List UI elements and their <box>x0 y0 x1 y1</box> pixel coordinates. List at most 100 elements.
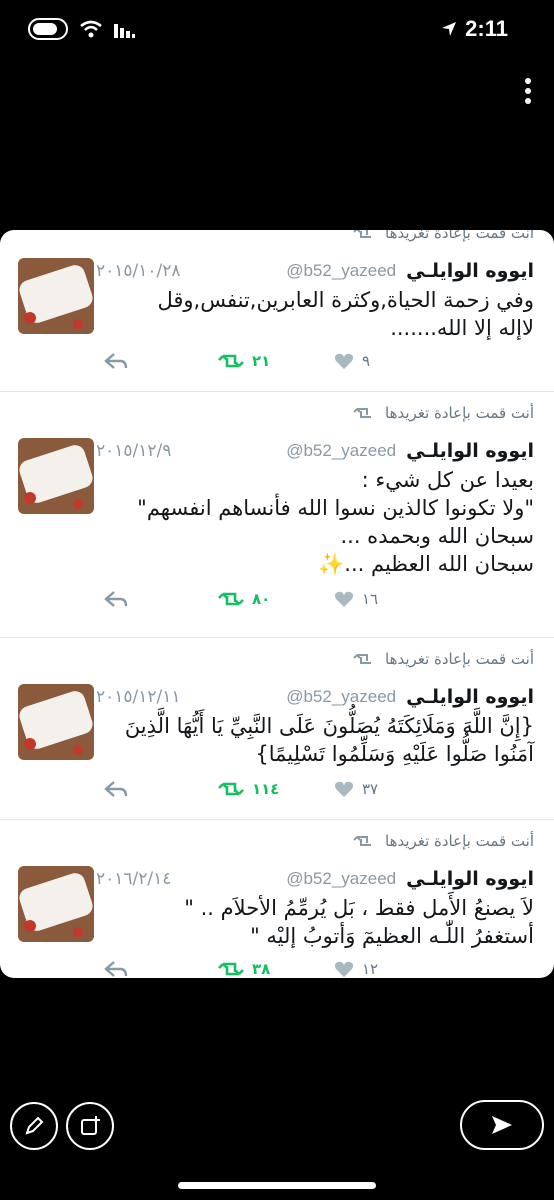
tweet-line: وفي زحمة الحياة,وكثرة العابرين,تنفس,وقل <box>157 288 534 312</box>
retweet-label: أنت قمت بإعادة تغريدها <box>385 404 534 422</box>
tweet-line: لاإله إلا الله....... <box>390 316 534 340</box>
handle: @b52_yazeed <box>286 687 397 706</box>
retweet-button[interactable]: ٢١ <box>218 352 270 370</box>
like-count: ١٢ <box>362 960 379 978</box>
retweet-icon <box>218 782 244 796</box>
tweet-line: لاَ يصنعُ الأَمل فقط ، بَل يُرمِّمُ الأح… <box>184 896 534 920</box>
retweet-indicator: أنت قمت بإعادة تغريدها <box>353 230 534 242</box>
author[interactable]: @b52_yazeed ايووه الوايلـي <box>286 868 534 890</box>
retweet-icon <box>218 962 244 976</box>
add-sticker-button[interactable] <box>66 1102 114 1150</box>
reply-icon <box>104 781 128 797</box>
like-count: ٣٧ <box>362 780 379 798</box>
tweet-line: "ولا تكونوا كالذين نسوا الله فأنساهم انف… <box>137 496 534 520</box>
tweet-card[interactable]: أنت قمت بإعادة تغريدها @b52_yazeed ايووه… <box>0 230 554 392</box>
like-button[interactable]: ١٢ <box>334 960 378 978</box>
like-button[interactable]: ١٦ <box>334 590 378 608</box>
tweet-card[interactable]: أنت قمت بإعادة تغريدها @b52_yazeed ايووه… <box>0 392 554 638</box>
pencil-icon <box>25 1116 44 1135</box>
send-button[interactable] <box>460 1100 544 1150</box>
tweet-date: ٢٠١٥/١٠/٢٨ <box>96 261 181 281</box>
avatar[interactable] <box>18 258 94 334</box>
display-name: ايووه الوايلـي <box>406 868 534 890</box>
heart-icon <box>334 353 354 369</box>
retweet-button[interactable]: ٣٨ <box>218 960 270 978</box>
handle: @b52_yazeed <box>286 261 397 280</box>
tweet-actions: ٨٠ ١٦ <box>0 590 440 620</box>
tweet-header: @b52_yazeed ايووه الوايلـي ٢٠١٥/١٠/٢٨ <box>96 258 534 284</box>
tweet-text: بعيدا عن كل شيء : "ولا تكونوا كالذين نسو… <box>96 466 534 578</box>
heart-icon <box>334 961 354 977</box>
tweet-line: {إِنَّ اللَّهَ وَمَلَائِكَتَهُ يُصَلُّون… <box>124 714 534 738</box>
status-time: 2:11 <box>465 16 508 41</box>
add-sticker-icon <box>81 1116 100 1135</box>
reply-button[interactable] <box>104 780 128 798</box>
heart-icon <box>334 591 354 607</box>
avatar[interactable] <box>18 866 94 942</box>
toggle-icon <box>28 18 68 40</box>
home-indicator[interactable] <box>178 1182 376 1189</box>
retweet-count: ٨٠ <box>252 590 271 608</box>
tweet-line: سبحان الله وبحمده ... <box>340 524 534 548</box>
tweet-line: بعيدا عن كل شيء : <box>361 468 534 492</box>
display-name: ايووه الوايلـي <box>406 440 534 462</box>
signal-icon <box>114 24 135 38</box>
tweet-date: ٢٠١٥/١٢/٩ <box>96 441 172 461</box>
handle: @b52_yazeed <box>286 441 397 460</box>
retweet-icon <box>353 836 372 846</box>
tweet-line: سبحان الله العظيم ...✨ <box>318 552 534 576</box>
author[interactable]: @b52_yazeed ايووه الوايلـي <box>286 686 534 708</box>
retweet-icon <box>218 592 244 606</box>
avatar[interactable] <box>18 684 94 760</box>
tweet-date: ٢٠١٦/٢/١٤ <box>96 869 172 889</box>
tweet-actions: ١١٤ ٣٧ <box>0 780 440 810</box>
more-options-icon[interactable] <box>524 78 532 108</box>
reply-button[interactable] <box>104 352 128 370</box>
reply-icon <box>104 353 128 369</box>
retweet-indicator: أنت قمت بإعادة تغريدها <box>353 832 534 850</box>
retweet-icon <box>353 408 372 418</box>
author[interactable]: @b52_yazeed ايووه الوايلـي <box>286 440 534 462</box>
avatar[interactable] <box>18 438 94 514</box>
retweet-label: أنت قمت بإعادة تغريدها <box>385 230 534 242</box>
draw-button[interactable] <box>10 1102 58 1150</box>
screenshot-preview: أنت قمت بإعادة تغريدها @b52_yazeed ايووه… <box>0 230 554 978</box>
retweet-icon <box>353 654 372 664</box>
retweet-button[interactable]: ٨٠ <box>218 590 270 608</box>
tweet-text: لاَ يصنعُ الأَمل فقط ، بَل يُرمِّمُ الأح… <box>96 894 534 950</box>
tweet-line: أستغفرُ اللّٰـه العظيمٓ وَأتوبُ إليْه " <box>250 924 534 948</box>
retweet-label: أنت قمت بإعادة تغريدها <box>385 650 534 668</box>
display-name: ايووه الوايلـي <box>406 686 534 708</box>
retweet-indicator: أنت قمت بإعادة تغريدها <box>353 404 534 422</box>
bottom-toolbar <box>0 1100 554 1200</box>
wifi-icon <box>80 20 102 38</box>
tweet-card[interactable]: أنت قمت بإعادة تغريدها @b52_yazeed ايووه… <box>0 820 554 978</box>
status-left <box>28 18 136 40</box>
like-button[interactable]: ٣٧ <box>334 780 378 798</box>
tweet-header: @b52_yazeed ايووه الوايلـي ٢٠١٥/١٢/٩ <box>96 438 534 464</box>
heart-icon <box>334 781 354 797</box>
reply-icon <box>104 591 128 607</box>
status-right: 2:11 <box>441 16 508 42</box>
reply-icon <box>104 961 128 977</box>
tweet-text: {إِنَّ اللَّهَ وَمَلَائِكَتَهُ يُصَلُّون… <box>96 712 534 768</box>
send-arrow-icon <box>492 1116 512 1134</box>
reply-button[interactable] <box>104 590 128 608</box>
retweet-count: ٢١ <box>252 352 271 370</box>
tweet-date: ٢٠١٥/١٢/١١ <box>96 687 181 707</box>
like-count: ١٦ <box>362 590 379 608</box>
retweet-icon <box>353 230 372 238</box>
tweet-card[interactable]: أنت قمت بإعادة تغريدها @b52_yazeed ايووه… <box>0 638 554 820</box>
retweet-count: ٣٨ <box>252 960 271 978</box>
tweet-header: @b52_yazeed ايووه الوايلـي ٢٠١٦/٢/١٤ <box>96 866 534 892</box>
reply-button[interactable] <box>104 960 128 978</box>
status-bar: 2:11 <box>0 0 554 60</box>
like-button[interactable]: ٩ <box>334 352 370 370</box>
retweet-icon <box>218 354 244 368</box>
tweet-line: آمَنُوا صَلُّوا عَلَيْهِ وَسَلِّمُوا تَس… <box>255 742 534 766</box>
retweet-button[interactable]: ١١٤ <box>218 780 279 798</box>
handle: @b52_yazeed <box>286 869 397 888</box>
author[interactable]: @b52_yazeed ايووه الوايلـي <box>286 260 534 282</box>
tweet-text: وفي زحمة الحياة,وكثرة العابرين,تنفس,وقل … <box>96 286 534 342</box>
like-count: ٩ <box>362 352 371 370</box>
